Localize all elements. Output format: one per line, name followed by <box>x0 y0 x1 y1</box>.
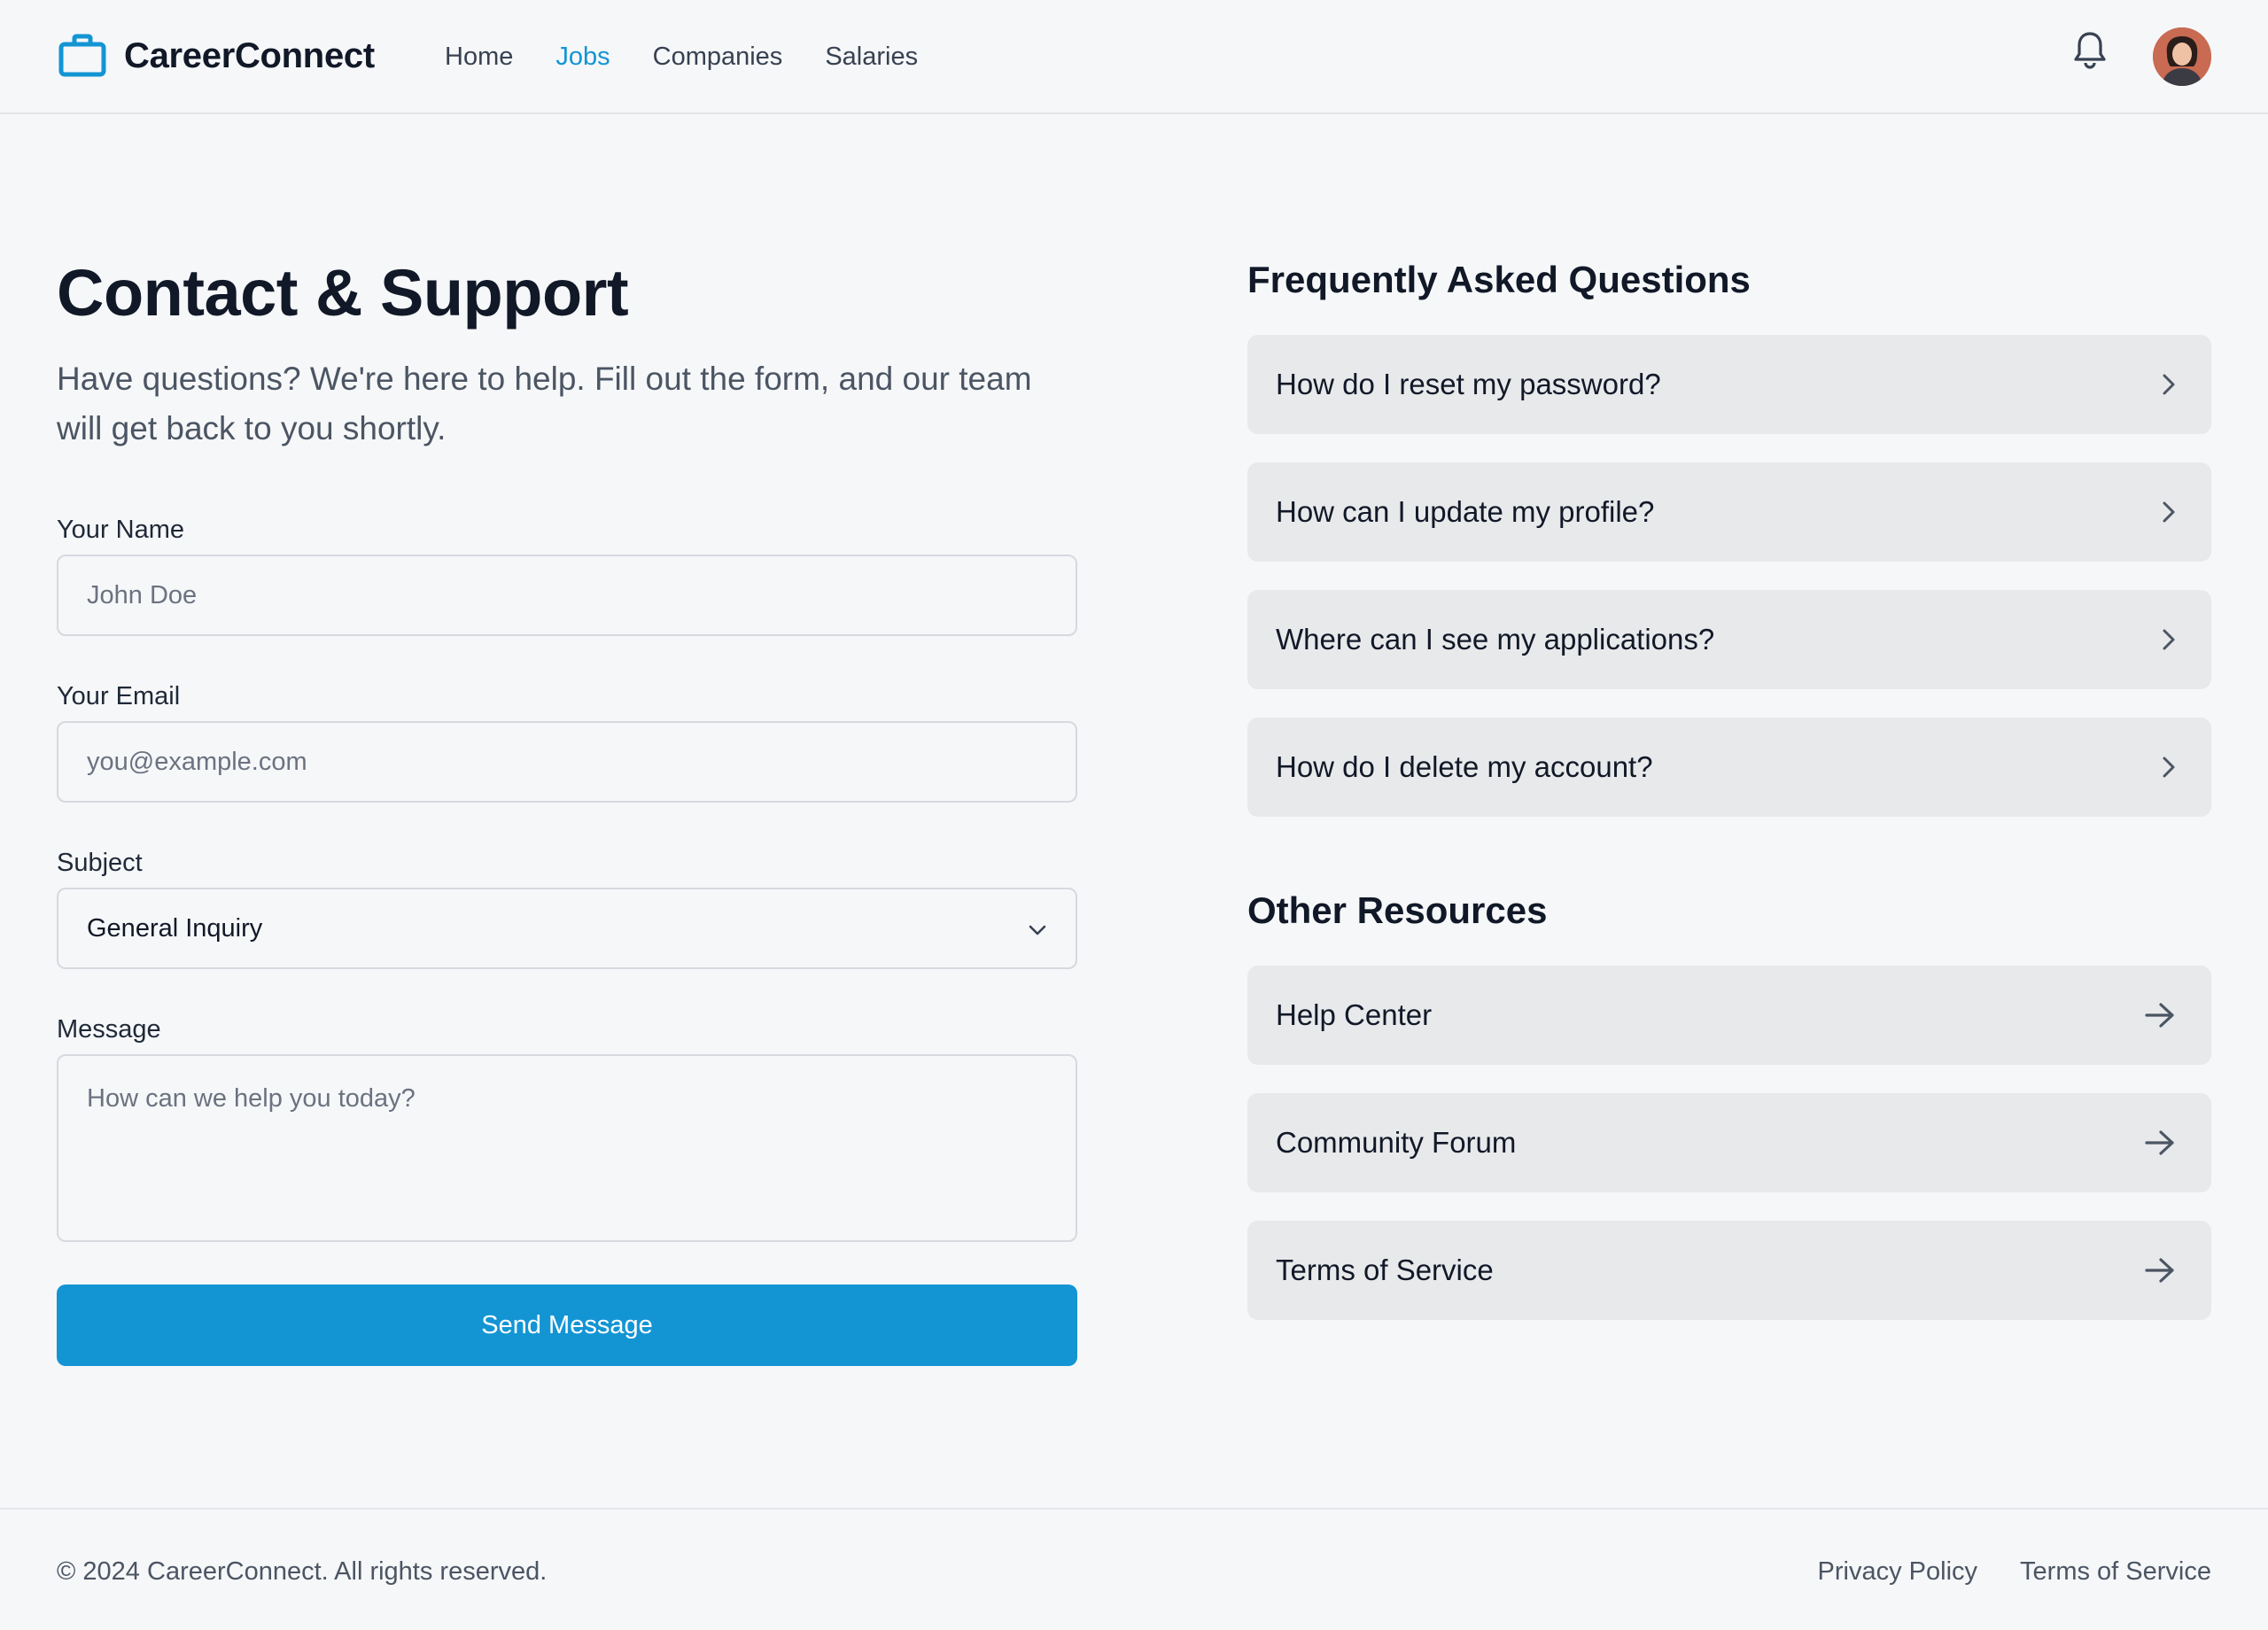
name-input[interactable] <box>57 555 1077 636</box>
chevron-right-icon <box>2162 501 2176 524</box>
faq-item[interactable]: Where can I see my applications? <box>1247 590 2211 689</box>
faq-item[interactable]: How do I delete my account? <box>1247 718 2211 817</box>
main-nav: Home Jobs Companies Salaries <box>445 39 960 74</box>
faq-item-label: How can I update my profile? <box>1276 495 1655 528</box>
faq-title: Frequently Asked Questions <box>1247 259 1751 300</box>
faq-item-label: Where can I see my applications? <box>1276 623 1715 656</box>
faq-item[interactable]: How do I reset my password? <box>1247 335 2211 434</box>
page-subtitle: Have questions? We're here to help. Fill… <box>57 361 1032 446</box>
resource-link-terms-of-service[interactable]: Terms of Service <box>1247 1221 2211 1320</box>
chevron-right-icon <box>2162 373 2176 396</box>
send-message-button[interactable]: Send Message <box>57 1285 1077 1366</box>
briefcase-icon <box>58 34 106 78</box>
nav-jobs[interactable]: Jobs <box>555 39 610 74</box>
nav-companies[interactable]: Companies <box>653 39 783 74</box>
brand-logo[interactable]: CareerConnect <box>58 34 375 78</box>
faq-item-label: How do I reset my password? <box>1276 368 1661 400</box>
subject-label: Subject <box>57 849 143 877</box>
email-input[interactable] <box>57 721 1077 803</box>
subject-selected-value: General Inquiry <box>87 913 263 943</box>
arrow-right-icon <box>2144 1002 2176 1028</box>
footer: © 2024 CareerConnect. All rights reserve… <box>0 1508 2268 1630</box>
resource-link-label: Community Forum <box>1276 1126 1517 1159</box>
message-textarea[interactable] <box>57 1054 1077 1242</box>
user-avatar[interactable] <box>2153 27 2211 86</box>
copyright-text: © 2024 CareerConnect. All rights reserve… <box>57 1557 548 1586</box>
message-label: Message <box>57 1015 161 1044</box>
resource-link-community-forum[interactable]: Community Forum <box>1247 1093 2211 1192</box>
bell-icon[interactable] <box>2071 30 2109 75</box>
faq-item-label: How do I delete my account? <box>1276 750 1653 783</box>
footer-links: Privacy Policy Terms of Service <box>1775 1557 2211 1587</box>
top-navbar: CareerConnect Home Jobs Companies Salari… <box>0 0 2268 114</box>
chevron-right-icon <box>2162 628 2176 651</box>
page-title: Contact & Support <box>57 256 629 330</box>
name-label: Your Name <box>57 516 185 544</box>
subject-select[interactable]: General Inquiry <box>57 888 1077 969</box>
nav-home[interactable]: Home <box>445 39 513 74</box>
arrow-right-icon <box>2144 1129 2176 1156</box>
nav-salaries[interactable]: Salaries <box>825 39 918 74</box>
resource-link-label: Terms of Service <box>1276 1254 1494 1286</box>
footer-link-terms-of-service[interactable]: Terms of Service <box>2020 1557 2211 1587</box>
chevron-down-icon <box>1028 914 1047 943</box>
footer-link-privacy-policy[interactable]: Privacy Policy <box>1818 1557 1978 1587</box>
resources-title: Other Resources <box>1247 889 1548 931</box>
chevron-right-icon <box>2162 756 2176 779</box>
faq-item[interactable]: How can I update my profile? <box>1247 462 2211 562</box>
brand-name: CareerConnect <box>124 35 375 75</box>
arrow-right-icon <box>2144 1257 2176 1284</box>
resource-link-help-center[interactable]: Help Center <box>1247 966 2211 1065</box>
resource-link-label: Help Center <box>1276 998 1433 1031</box>
email-label: Your Email <box>57 682 181 710</box>
